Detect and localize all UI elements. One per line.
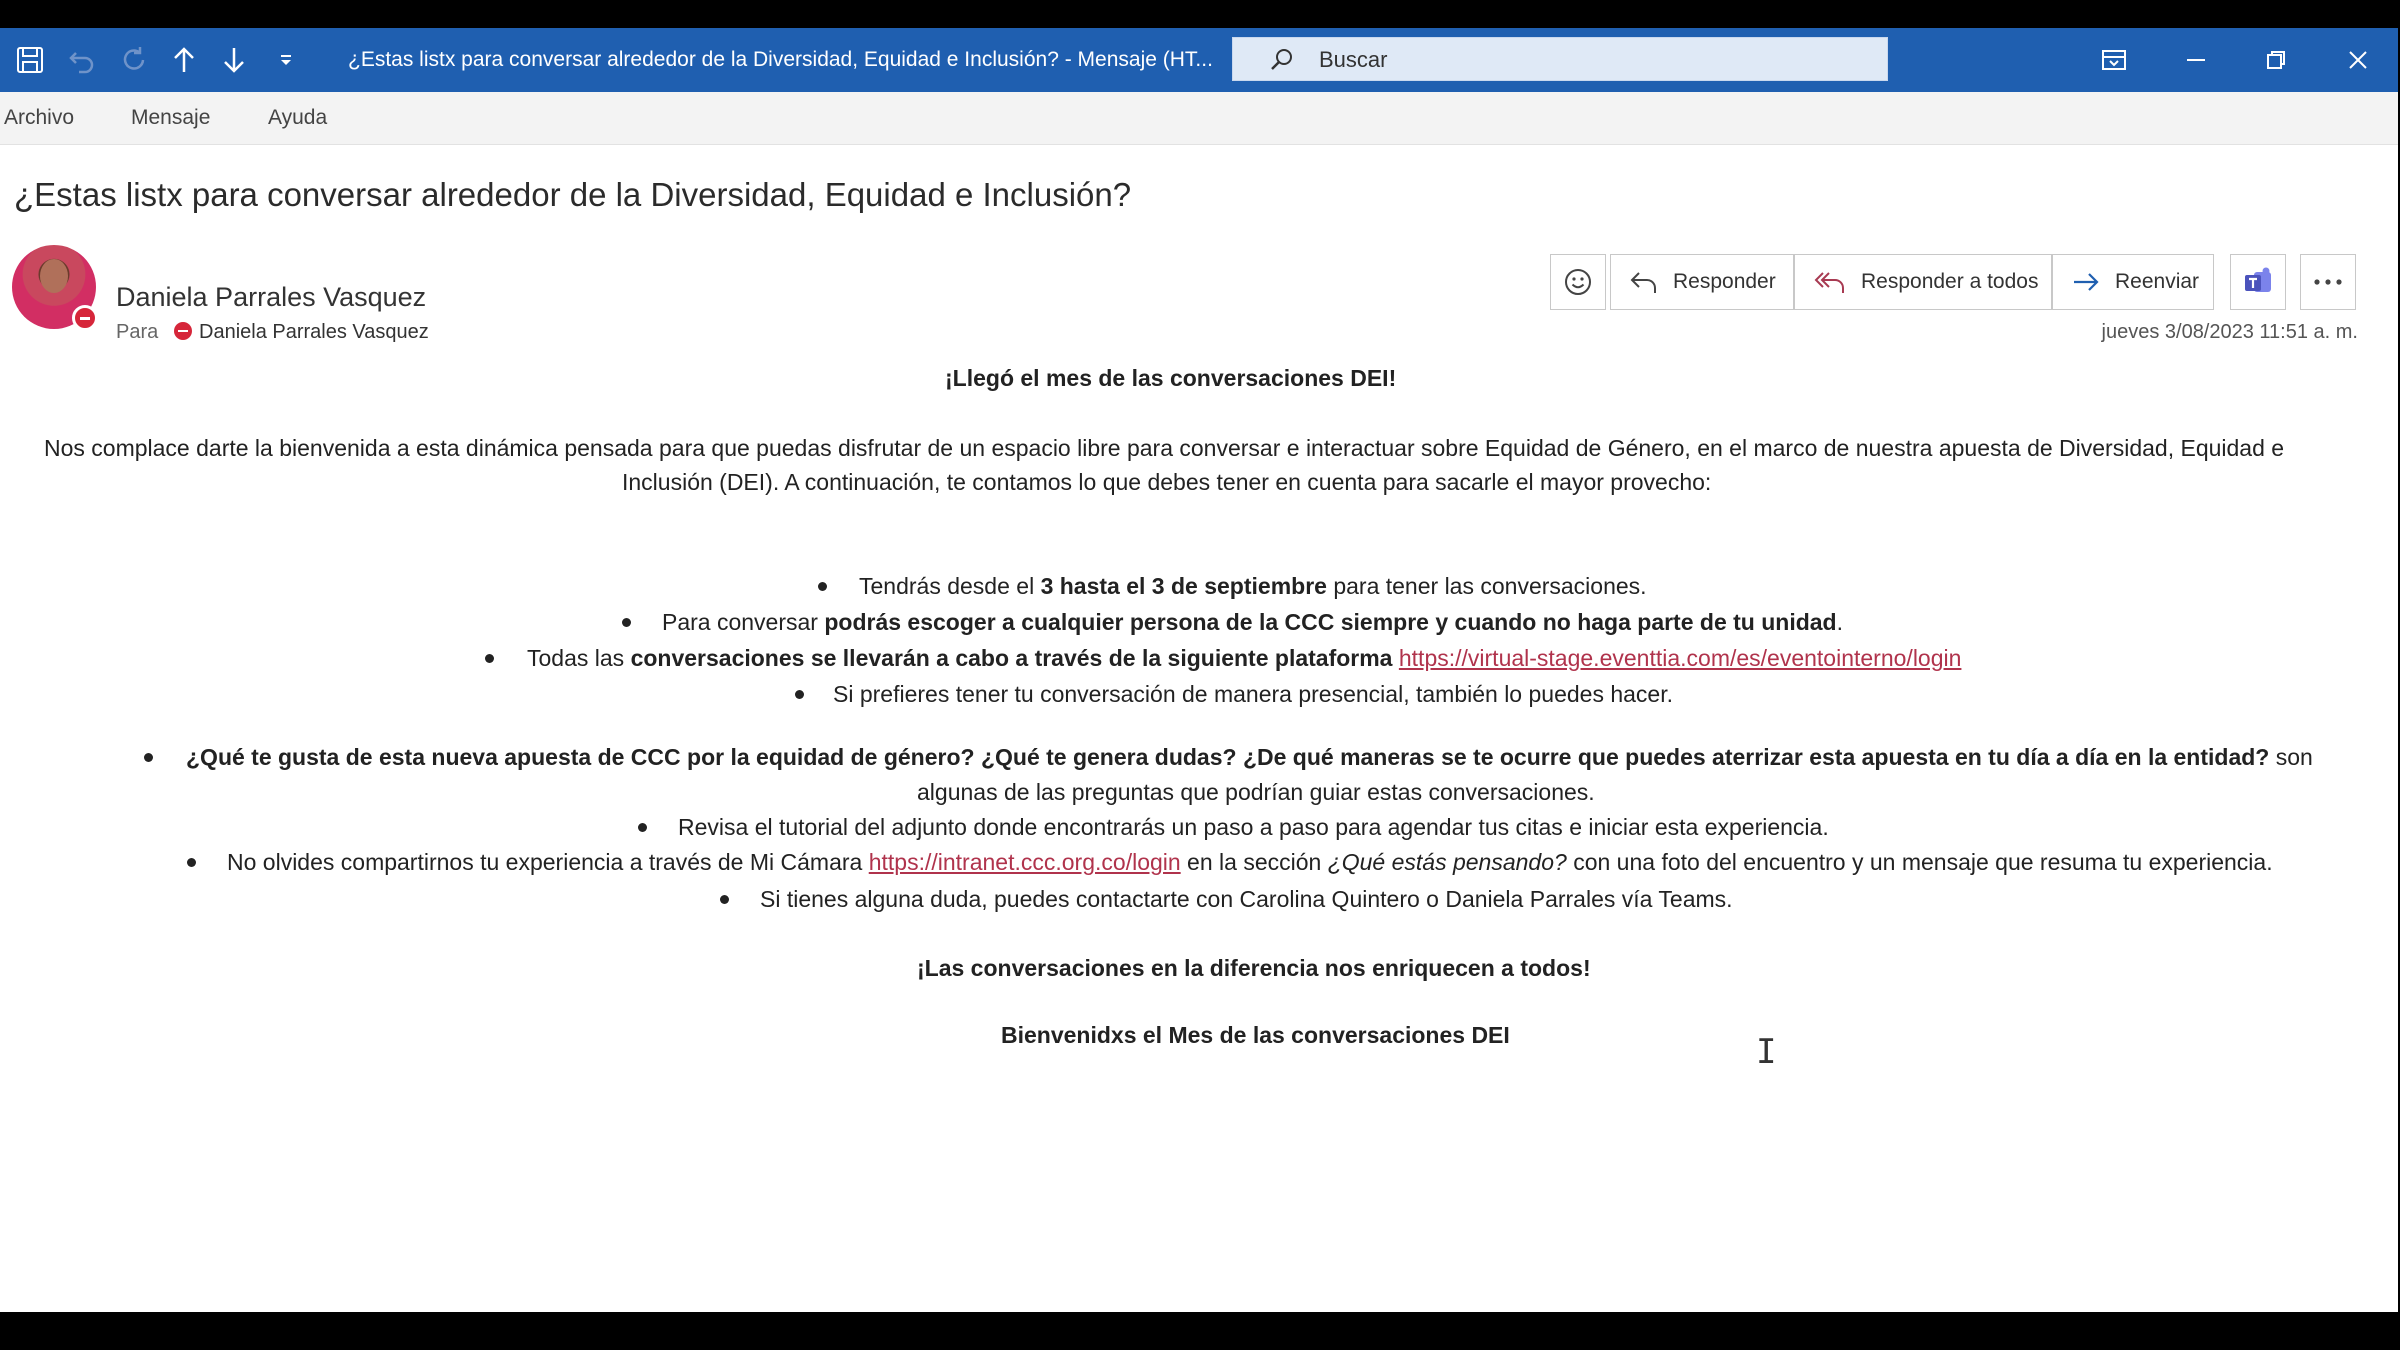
closing-line-1: ¡Las conversaciones en la diferencia nos… [917, 955, 1591, 981]
bullet-dates-bold: 3 hasta el 3 de septiembre [1040, 573, 1327, 599]
body-heading: ¡Llegó el mes de las conversaciones DEI! [945, 365, 1397, 391]
bullet-dot [144, 753, 153, 762]
bullet-tutorial: Revisa el tutorial del adjunto donde enc… [678, 814, 1829, 840]
bullet-share-text: No olvides compartirnos tu experiencia a… [227, 849, 869, 875]
bullet-choose-person: Para conversar podrás escoger a cualquie… [662, 609, 1843, 636]
text-cursor-icon: I [1756, 1032, 1777, 1072]
intro-line-1: Nos complace darte la bienvenida a esta … [44, 435, 2285, 461]
bullet-dates: Tendrás desde el 3 hasta el 3 de septiem… [859, 573, 1647, 600]
bullet-dot [485, 654, 494, 663]
bullet-dot [720, 895, 729, 904]
bullet-questions-bold: ¿Qué te gusta de esta nueva apuesta de C… [186, 744, 2270, 770]
bullet-questions-line-2: algunas de las preguntas que podrían gui… [917, 779, 1595, 805]
screen-bottom-bezel [0, 1312, 2400, 1350]
bullet-platform-text: Todas las [527, 645, 631, 671]
bullet-dot [795, 690, 804, 699]
bullet-platform: Todas las conversaciones se llevarán a c… [527, 645, 1961, 672]
bullet-choose-end: . [1836, 609, 1843, 635]
bullet-in-person: Si prefieres tener tu conversación de ma… [833, 681, 1673, 707]
bullet-choose-bold: podrás escoger a cualquier persona de la… [824, 609, 1837, 635]
message-body: ¡Llegó el mes de las conversaciones DEI!… [0, 28, 2398, 1312]
platform-link[interactable]: https://virtual-stage.eventtia.com/es/ev… [1399, 645, 1962, 671]
bullet-dot [622, 618, 631, 627]
bullet-share-mid: en la sección [1180, 849, 1328, 875]
bullet-choose-text: Para conversar [662, 609, 825, 635]
bullet-dot [638, 823, 647, 832]
closing-line-2: Bienvenidxs el Mes de las conversaciones… [1001, 1022, 1510, 1048]
bullet-questions: ¿Qué te gusta de esta nueva apuesta de C… [186, 744, 2313, 771]
bullet-share-italic: ¿Qué estás pensando? [1327, 849, 1567, 875]
bullet-dot [187, 858, 196, 867]
intranet-link[interactable]: https://intranet.ccc.org.co/login [869, 849, 1181, 875]
bullet-dot [818, 582, 827, 591]
bullet-questions-end: son [2269, 744, 2313, 770]
intro-line-2: Inclusión (DEI). A continuación, te cont… [622, 469, 1712, 495]
bullet-platform-bold: conversaciones se llevarán a cabo a trav… [630, 645, 1393, 671]
outlook-message-window: ¿Estas listx para conversar alrededor de… [0, 28, 2398, 1312]
bullet-dates-text: Tendrás desde el [859, 573, 1041, 599]
bullet-dates-end: para tener las conversaciones. [1326, 573, 1647, 599]
bullet-share-end: con una foto del encuentro y un mensaje … [1566, 849, 2273, 875]
bullet-contact: Si tienes alguna duda, puedes contactart… [760, 886, 1733, 912]
bullet-share: No olvides compartirnos tu experiencia a… [227, 849, 2273, 876]
screen-top-bezel [0, 0, 2400, 28]
